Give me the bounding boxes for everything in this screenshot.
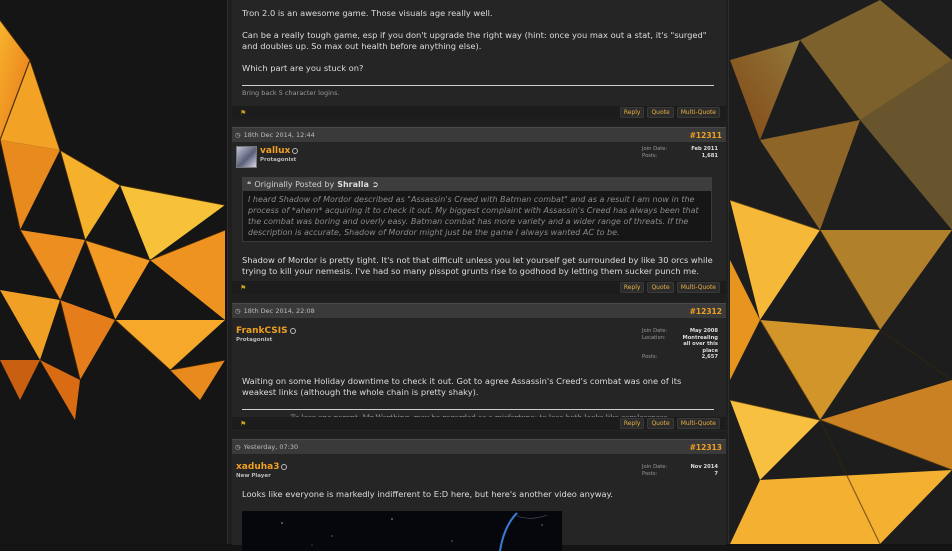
post-number-link[interactable]: #12311 bbox=[690, 131, 722, 140]
user-stats: Join Date: Feb 2011 Posts: 1,681 bbox=[642, 146, 718, 159]
post-12313: ◷ Yesterday, 07:30 #12313 xaduha3 New Pla… bbox=[232, 439, 726, 551]
reply-button[interactable]: Reply bbox=[619, 418, 645, 429]
post-number-link[interactable]: #12313 bbox=[690, 443, 722, 452]
quote-button[interactable]: Quote bbox=[647, 282, 674, 293]
quote-button[interactable]: Quote bbox=[647, 107, 674, 118]
username-link[interactable]: FrankCSIS bbox=[236, 326, 288, 336]
user-info: xaduha3 New Player bbox=[236, 462, 288, 479]
user-info: vallux Protagonist bbox=[236, 146, 299, 168]
clock-icon: ◷ bbox=[235, 443, 241, 451]
quote-button[interactable]: Quote bbox=[647, 418, 674, 429]
quote-header: ❝ Originally Posted by Shralla ➲ bbox=[242, 177, 712, 191]
clock-icon: ◷ bbox=[235, 307, 241, 315]
post-footer: ⚑ Reply Quote Multi-Quote bbox=[232, 281, 726, 294]
user-stats: Join Date: Nov 2014 Posts: 7 bbox=[642, 464, 718, 477]
reply-button[interactable]: Reply bbox=[619, 107, 645, 118]
signature: Bring back 5 character logins. bbox=[242, 89, 340, 97]
video-thumbnail bbox=[281, 512, 548, 551]
multi-quote-button[interactable]: Multi-Quote bbox=[676, 107, 720, 118]
signature-divider bbox=[242, 409, 714, 410]
user-stats: Join Date: May 2008 Location: Montrealing … bbox=[642, 328, 718, 360]
user-info: FrankCSIS Protagonist bbox=[236, 326, 296, 343]
multi-quote-button[interactable]: Multi-Quote bbox=[676, 418, 720, 429]
user-title: Protagonist bbox=[260, 157, 297, 163]
post-message: Shadow of Mordor is pretty tight. It's n… bbox=[242, 255, 713, 276]
quote-text: I heard Shadow of Mordor described as "A… bbox=[242, 191, 712, 242]
post-message: Tron 2.0 is an awesome game. Those visua… bbox=[242, 8, 707, 73]
post-footer: ⚑ Reply Quote Multi-Quote bbox=[232, 106, 726, 119]
post-date: Yesterday, 07:30 bbox=[243, 443, 299, 451]
offline-status-icon bbox=[292, 148, 299, 154]
forum-thread: Tron 2.0 is an awesome game. Those visua… bbox=[227, 0, 729, 551]
username-link[interactable]: vallux bbox=[260, 146, 290, 156]
reply-button[interactable]: Reply bbox=[619, 282, 645, 293]
quote-icon: ❝ bbox=[247, 179, 252, 189]
post-date: 18th Dec 2014, 12:44 bbox=[243, 131, 315, 139]
flag-icon[interactable]: ⚑ bbox=[240, 109, 246, 117]
avatar[interactable] bbox=[236, 146, 257, 168]
post-message: Waiting on some Holiday downtime to chec… bbox=[242, 376, 682, 397]
embedded-video[interactable] bbox=[242, 511, 562, 551]
flag-icon[interactable]: ⚑ bbox=[240, 420, 246, 428]
post-12311: ◷ 18th Dec 2014, 12:44 #12311 vallux Prot… bbox=[232, 127, 726, 297]
offline-status-icon bbox=[281, 464, 288, 470]
user-title: Protagonist bbox=[236, 337, 273, 343]
post-date: 18th Dec 2014, 22:08 bbox=[243, 307, 315, 315]
post-12312: ◷ 18th Dec 2014, 22:08 #12312 FrankCSIS P… bbox=[232, 303, 726, 433]
post-header: ◷ Yesterday, 07:30 #12313 bbox=[232, 439, 726, 454]
post-number-link[interactable]: #12312 bbox=[690, 307, 722, 316]
post-footer: ⚑ Reply Quote Multi-Quote bbox=[232, 417, 726, 430]
offline-status-icon bbox=[289, 328, 296, 334]
quote-block: ❝ Originally Posted by Shralla ➲ I heard… bbox=[242, 177, 712, 242]
post-partial-top: Tron 2.0 is an awesome game. Those visua… bbox=[232, 0, 726, 122]
multi-quote-button[interactable]: Multi-Quote bbox=[676, 282, 720, 293]
username-link[interactable]: xaduha3 bbox=[236, 462, 279, 472]
clock-icon: ◷ bbox=[235, 131, 241, 139]
signature-divider bbox=[242, 85, 714, 86]
post-header: ◷ 18th Dec 2014, 22:08 #12312 bbox=[232, 303, 726, 318]
post-message: Looks like everyone is markedly indiffer… bbox=[242, 489, 614, 499]
post-header: ◷ 18th Dec 2014, 12:44 #12311 bbox=[232, 127, 726, 142]
flag-icon[interactable]: ⚑ bbox=[240, 284, 246, 292]
quote-author: Shralla bbox=[337, 179, 369, 189]
view-post-icon[interactable]: ➲ bbox=[372, 180, 379, 189]
user-title: New Player bbox=[236, 473, 271, 479]
